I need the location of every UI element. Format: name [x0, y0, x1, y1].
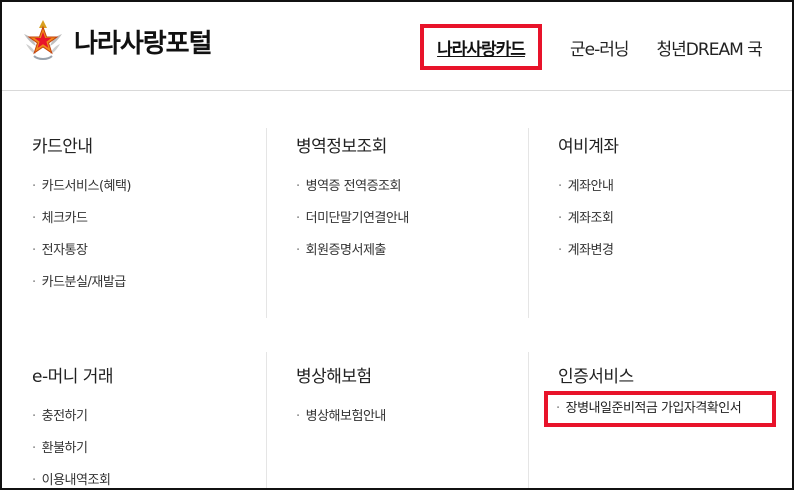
- menu-link-label: 이용내역조회: [41, 473, 111, 488]
- column-divider: [528, 352, 529, 488]
- menu-link-charge[interactable]: · 충전하기: [32, 401, 262, 433]
- bullet: ·: [558, 243, 562, 258]
- section-title: 여비계좌: [558, 137, 619, 157]
- bullet: ·: [558, 179, 562, 194]
- menu-link-label: 충전하기: [41, 409, 88, 424]
- mega-menu: 카드안내 · 카드서비스(혜택) · 체크카드 · 전자통장 · 카드분실/재발급 병역…: [2, 90, 792, 488]
- bullet: ·: [558, 211, 562, 226]
- menu-link-account-lookup[interactable]: · 계좌조회: [558, 203, 788, 235]
- nav-item-narasarang-card[interactable]: 나라사랑카드: [420, 24, 542, 70]
- bullet: ·: [296, 211, 300, 226]
- menu-link-savings-eligibility-certificate[interactable]: · 장병내일준비적금 가입자격확인서: [544, 391, 776, 427]
- bullet: ·: [32, 211, 36, 226]
- menu-link-label: 더미단말기연결안내: [305, 211, 410, 226]
- menu-link-account-change[interactable]: · 계좌변경: [558, 235, 788, 267]
- site-title: 나라사랑포털: [74, 28, 213, 59]
- military-emblem-star-icon: [24, 20, 62, 60]
- bullet: ·: [296, 243, 300, 258]
- site-header: 나라사랑포털 나라사랑카드 군e-러닝 청년DREAM 국: [2, 2, 792, 91]
- column-divider: [266, 352, 267, 488]
- menu-link-label: 병상해보험안내: [305, 409, 387, 424]
- menu-link-account-info[interactable]: · 계좌안내: [558, 171, 788, 203]
- bullet: ·: [32, 441, 36, 456]
- menu-link-discharge-lookup[interactable]: · 병역증 전역증조회: [296, 171, 526, 203]
- menu-link-card-service[interactable]: · 카드서비스(혜택): [32, 171, 262, 203]
- menu-section-card-info: 카드안내 · 카드서비스(혜택) · 체크카드 · 전자통장 · 카드분실/재발급: [32, 132, 262, 299]
- menu-link-label: 계좌조회: [567, 211, 614, 226]
- menu-link-member-certificate[interactable]: · 회원증명서제출: [296, 235, 526, 267]
- menu-link-label: 카드서비스(혜택): [41, 179, 132, 194]
- main-nav: 나라사랑카드 군e-러닝 청년DREAM 국: [420, 24, 763, 70]
- section-title: 카드안내: [32, 137, 93, 157]
- bullet: ·: [296, 179, 300, 194]
- menu-link-label: 환불하기: [41, 441, 88, 456]
- menu-section-travel-account: 여비계좌 · 계좌안내 · 계좌조회 · 계좌변경: [558, 132, 788, 267]
- menu-link-label: 전자통장: [41, 243, 88, 258]
- column-divider: [266, 128, 267, 318]
- menu-link-terminal-guide[interactable]: · 더미단말기연결안내: [296, 203, 526, 235]
- menu-section-injury-insurance: 병상해보험 · 병상해보험안내: [296, 362, 526, 433]
- menu-link-label: 계좌안내: [567, 179, 614, 194]
- nav-item-youth-dream[interactable]: 청년DREAM 국: [657, 35, 763, 60]
- menu-link-label: 장병내일준비적금 가입자격확인서: [565, 401, 742, 416]
- bullet: ·: [556, 401, 560, 416]
- column-divider: [528, 128, 529, 318]
- section-title: e-머니 거래: [32, 367, 114, 387]
- bullet: ·: [32, 473, 36, 488]
- menu-link-label: 회원증명서제출: [305, 243, 387, 258]
- section-title: 병상해보험: [296, 367, 372, 387]
- menu-link-label: 계좌변경: [567, 243, 614, 258]
- menu-section-military-info: 병역정보조회 · 병역증 전역증조회 · 더미단말기연결안내 · 회원증명서제출: [296, 132, 526, 267]
- bullet: ·: [32, 243, 36, 258]
- menu-section-e-money: e-머니 거래 · 충전하기 · 환불하기 · 이용내역조회: [32, 362, 262, 497]
- bullet: ·: [32, 409, 36, 424]
- bullet: ·: [32, 275, 36, 290]
- menu-link-label: 체크카드: [41, 211, 88, 226]
- menu-link-usage-history[interactable]: · 이용내역조회: [32, 465, 262, 497]
- bullet: ·: [32, 179, 36, 194]
- menu-link-insurance-info[interactable]: · 병상해보험안내: [296, 401, 526, 433]
- menu-link-card-reissue[interactable]: · 카드분실/재발급: [32, 267, 262, 299]
- menu-link-label: 병역증 전역증조회: [305, 179, 402, 194]
- menu-link-e-bankbook[interactable]: · 전자통장: [32, 235, 262, 267]
- menu-link-refund[interactable]: · 환불하기: [32, 433, 262, 465]
- section-title: 인증서비스: [558, 367, 634, 387]
- site-logo[interactable]: 나라사랑포털: [20, 18, 213, 64]
- bullet: ·: [296, 409, 300, 424]
- section-title: 병역정보조회: [296, 137, 387, 157]
- menu-link-check-card[interactable]: · 체크카드: [32, 203, 262, 235]
- nav-item-e-learning[interactable]: 군e-러닝: [570, 35, 630, 60]
- menu-link-label: 카드분실/재발급: [41, 275, 127, 290]
